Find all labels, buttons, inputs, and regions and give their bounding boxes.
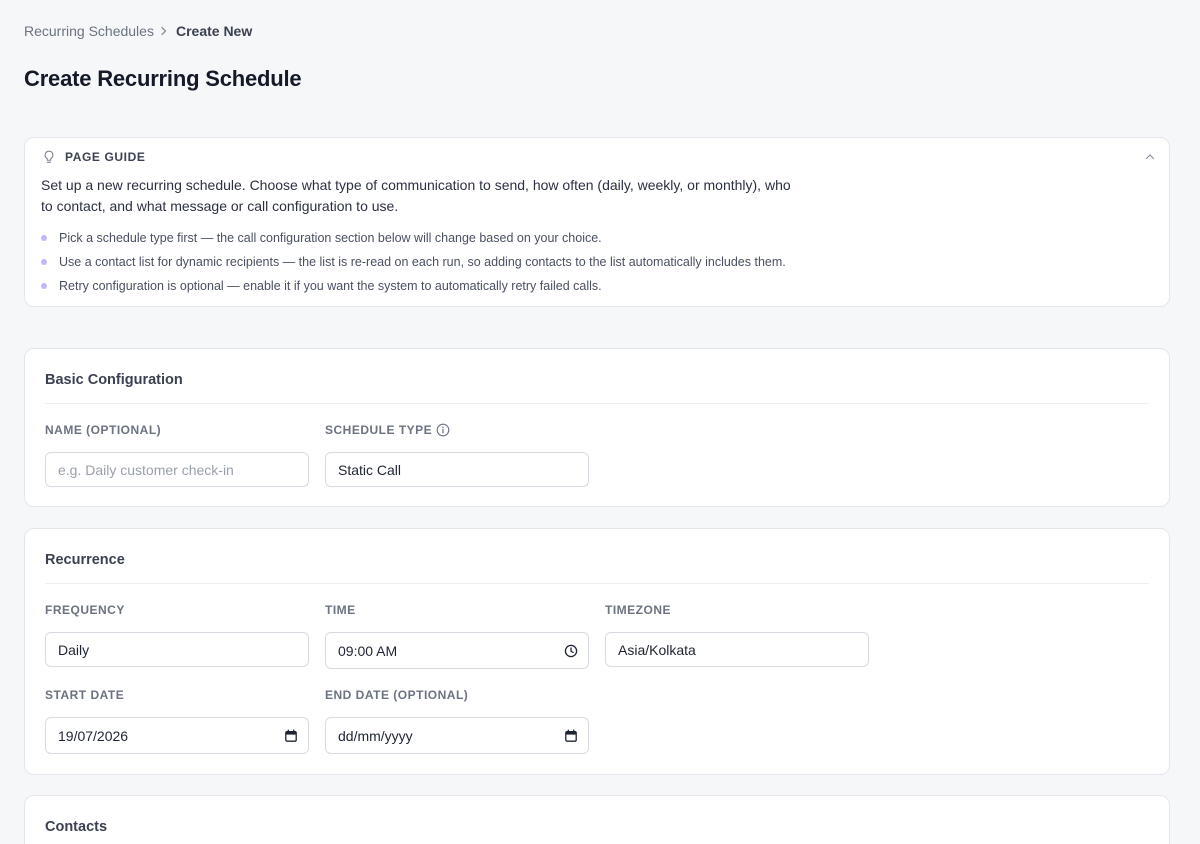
divider <box>45 403 1149 404</box>
timezone-value: Asia/Kolkata <box>618 641 696 658</box>
page-title: Create Recurring Schedule <box>24 66 302 91</box>
section-title-contacts: Contacts <box>45 819 108 835</box>
timezone-select[interactable]: Asia/Kolkata <box>605 632 869 667</box>
frequency-value: Daily <box>58 641 90 658</box>
section-title-recurrence: Recurrence <box>45 552 125 568</box>
end-date-field-group: END DATE (OPTIONAL) dd/mm/yyyy <box>325 687 589 754</box>
frequency-label: FREQUENCY <box>45 603 125 617</box>
list-item: Pick a schedule type first — the call co… <box>41 226 786 250</box>
chevron-up-icon[interactable] <box>1143 150 1157 164</box>
calendar-icon[interactable] <box>284 729 298 743</box>
page-guide: PAGE GUIDE Set up a new recurring schedu… <box>24 137 1170 307</box>
frequency-field-group: FREQUENCY Daily <box>45 602 309 667</box>
page-guide-list: Pick a schedule type first — the call co… <box>41 226 786 298</box>
schedule-type-select[interactable]: Static Call <box>325 452 589 487</box>
start-date-value: 19/07/2026 <box>58 727 129 744</box>
frequency-select[interactable]: Daily <box>45 632 309 667</box>
name-input[interactable]: e.g. Daily customer check-in <box>45 452 309 487</box>
name-field-group: NAME (OPTIONAL) e.g. Daily customer chec… <box>45 422 309 487</box>
lightbulb-icon <box>44 150 54 163</box>
timezone-label: TIMEZONE <box>605 603 671 617</box>
contacts-section: Contacts <box>24 795 1170 844</box>
page-guide-title: PAGE GUIDE <box>65 150 146 164</box>
schedule-type-label: SCHEDULE TYPE <box>325 422 589 438</box>
breadcrumb-current: Create New <box>175 23 253 39</box>
time-label: TIME <box>325 603 356 617</box>
schedule-type-field-group: SCHEDULE TYPE Static Call <box>325 422 589 487</box>
timezone-field-group: TIMEZONE Asia/Kolkata <box>605 602 869 667</box>
page-guide-header: PAGE GUIDE <box>41 149 145 165</box>
chevron-right-icon <box>161 26 167 36</box>
time-input[interactable]: 09:00 AM <box>325 632 589 669</box>
start-date-label: START DATE <box>45 688 125 702</box>
end-date-input[interactable]: dd/mm/yyyy <box>325 717 589 754</box>
list-item: Use a contact list for dynamic recipient… <box>41 250 786 274</box>
breadcrumb-recurring-schedules[interactable]: Recurring Schedules <box>24 23 154 39</box>
breadcrumb: Recurring Schedules Create New <box>24 23 252 39</box>
name-input-placeholder: e.g. Daily customer check-in <box>58 461 234 478</box>
divider <box>45 583 1149 584</box>
start-date-input[interactable]: 19/07/2026 <box>45 717 309 754</box>
end-date-placeholder: dd/mm/yyyy <box>338 727 413 744</box>
start-date-field-group: START DATE 19/07/2026 <box>45 687 309 754</box>
recurrence-section: Recurrence FREQUENCY Daily TIME 09:00 AM… <box>24 528 1170 775</box>
info-icon[interactable] <box>436 423 450 437</box>
schedule-type-value: Static Call <box>338 461 402 478</box>
name-label: NAME (OPTIONAL) <box>45 423 162 437</box>
calendar-icon[interactable] <box>564 729 578 743</box>
end-date-label: END DATE (OPTIONAL) <box>325 688 469 702</box>
time-value: 09:00 AM <box>338 642 398 659</box>
list-item: Retry configuration is optional — enable… <box>41 274 786 298</box>
clock-icon[interactable] <box>564 644 578 658</box>
time-field-group: TIME 09:00 AM <box>325 602 589 669</box>
section-title-basic: Basic Configuration <box>45 372 183 388</box>
page-guide-text: Set up a new recurring schedule. Choose … <box>41 177 791 214</box>
basic-configuration-section: Basic Configuration NAME (OPTIONAL) e.g.… <box>24 348 1170 507</box>
schedule-type-label-text: SCHEDULE TYPE <box>325 423 433 437</box>
